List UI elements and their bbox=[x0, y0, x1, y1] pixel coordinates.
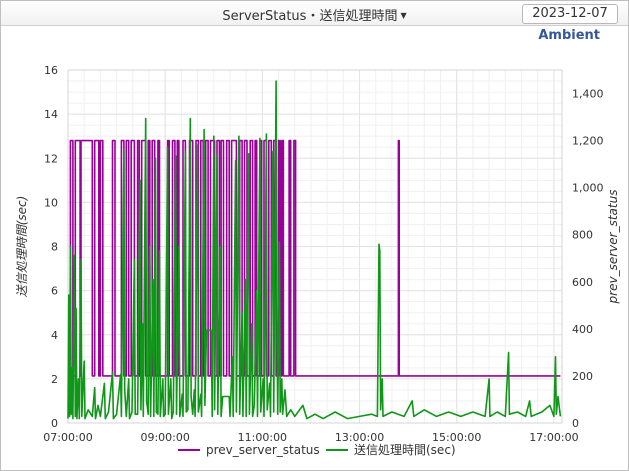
y-left-tick-label: 14 bbox=[44, 108, 58, 121]
y-right-tick-label: 600 bbox=[572, 276, 593, 289]
y-right-tick-label: 200 bbox=[572, 370, 593, 383]
y-left-tick-label: 12 bbox=[44, 152, 58, 165]
y-right-tick-label: 1,200 bbox=[572, 135, 604, 148]
x-tick-label: 09:00:00 bbox=[140, 431, 189, 444]
legend-entry: prev_server_status bbox=[206, 443, 320, 457]
y-left-tick-label: 0 bbox=[51, 417, 58, 430]
x-tick-label: 17:00:00 bbox=[529, 431, 578, 444]
y-right-tick-label: 400 bbox=[572, 323, 593, 336]
y-right-tick-label: 1,000 bbox=[572, 182, 604, 195]
y-left-tick-label: 8 bbox=[51, 241, 58, 254]
y-left-tick-label: 16 bbox=[44, 64, 58, 77]
y-left-tick-label: 2 bbox=[51, 373, 58, 386]
y-axis-right-title: prev_server_status bbox=[606, 190, 620, 305]
y-left-tick-label: 6 bbox=[51, 285, 58, 298]
legend-entry: 送信処理時間(sec) bbox=[354, 442, 456, 457]
line-chart: 0 2 4 6 8 10 12 14 16 0 200 400 600 800 1,000 1,200 1,40… bbox=[15, 64, 620, 457]
x-tick-label: 07:00:00 bbox=[43, 431, 92, 444]
y-right-tick-label: 0 bbox=[572, 417, 579, 430]
y-right-tick-label: 800 bbox=[572, 229, 593, 242]
y-right-tick-label: 1,400 bbox=[572, 88, 604, 101]
y-axis-left-title: 送信処理時間(sec) bbox=[15, 196, 29, 298]
y-left-tick-label: 10 bbox=[44, 196, 58, 209]
y-left-tick-label: 4 bbox=[51, 329, 58, 342]
